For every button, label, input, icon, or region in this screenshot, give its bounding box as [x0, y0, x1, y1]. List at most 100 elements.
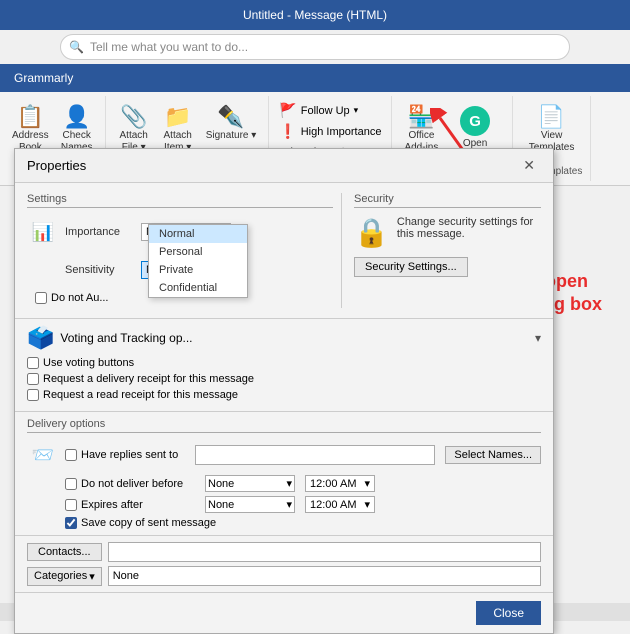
voting-section-label: Voting and Tracking op...	[60, 331, 192, 345]
save-copy-checkbox[interactable]	[65, 517, 77, 529]
security-description: Change security settings for this messag…	[397, 216, 541, 240]
sensitivity-label: Sensitivity	[65, 264, 135, 276]
do-not-deliver-time[interactable]: 12:00 AM ▾	[305, 475, 375, 492]
dialog-close-button[interactable]: ✕	[517, 155, 541, 176]
settings-section-title: Settings	[27, 193, 333, 208]
categories-input[interactable]	[108, 566, 541, 586]
title-bar-text: Untitled - Message (HTML)	[0, 8, 630, 22]
voting-header: 🗳️ Voting and Tracking op... ▾	[27, 325, 541, 351]
high-importance-icon: ❗	[279, 123, 296, 140]
security-section-title: Security	[354, 193, 541, 208]
address-book-icon: 📋	[17, 106, 44, 128]
bottom-section: Contacts... Categories ▾	[15, 535, 553, 592]
expires-after-time-chevron: ▾	[364, 498, 370, 511]
ribbon-tabs: Grammarly	[0, 64, 630, 92]
have-replies-row: Have replies sent to Select Names...	[65, 445, 541, 465]
read-receipt-checkbox[interactable]	[27, 389, 39, 401]
categories-label: Categories	[34, 570, 87, 582]
do-not-deliver-none: None	[208, 478, 234, 490]
dropdown-item-personal[interactable]: Personal	[149, 243, 247, 261]
follow-up-label: Follow Up	[301, 105, 350, 117]
do-not-deliver-label: Do not deliver before	[81, 478, 183, 490]
importance-icon: 📊	[27, 216, 59, 248]
dropdown-item-confidential[interactable]: Confidential	[149, 279, 247, 297]
attach-file-icon: 📎	[120, 106, 147, 128]
delivery-receipt-checkbox[interactable]	[27, 373, 39, 385]
expires-after-none: None	[208, 499, 234, 511]
ribbon-search-bar[interactable]: 🔍 Tell me what you want to do...	[60, 34, 570, 60]
expires-after-checkbox-row: Expires after	[65, 499, 195, 511]
dialog-body: Settings 📊 Importance Normal ▾ Sensitivi…	[15, 183, 553, 318]
contacts-input[interactable]	[108, 542, 541, 562]
lock-icon: 🔒	[354, 216, 389, 249]
delivery-section-title: Delivery options	[27, 418, 541, 433]
search-icon: 🔍	[69, 40, 84, 54]
expires-after-checkbox[interactable]	[65, 499, 77, 511]
delivery-receipt-row: Request a delivery receipt for this mess…	[27, 373, 541, 385]
high-importance-label: High Importance	[301, 126, 382, 138]
contacts-button[interactable]: Contacts...	[27, 543, 102, 561]
select-names-button[interactable]: Select Names...	[445, 446, 541, 464]
use-voting-buttons-row: Use voting buttons	[27, 357, 541, 369]
use-voting-buttons-label: Use voting buttons	[43, 357, 134, 369]
do-not-deliver-date-select[interactable]: None ▾	[205, 475, 295, 492]
do-not-deliver-time-chevron: ▾	[364, 477, 370, 490]
read-receipt-label: Request a read receipt for this message	[43, 389, 238, 401]
categories-button[interactable]: Categories ▾	[27, 567, 102, 586]
follow-up-chevron: ▾	[354, 105, 359, 116]
signature-button[interactable]: ✒️ Signature ▾	[202, 104, 261, 144]
do-not-deliver-row: Do not deliver before None ▾ 12:00 AM ▾	[65, 475, 541, 492]
dialog-footer: Close	[15, 592, 553, 633]
voting-icon: 🗳️	[27, 325, 54, 351]
dialog-title-text: Properties	[27, 158, 86, 173]
security-section: Security 🔒 Change security settings for …	[341, 193, 541, 308]
do-not-autoarchive-checkbox[interactable]	[35, 292, 47, 304]
dropdown-item-private[interactable]: Private	[149, 261, 247, 279]
importance-label: Importance	[65, 226, 135, 238]
signature-icon: ✒️	[217, 106, 244, 128]
signature-label: Signature ▾	[206, 130, 257, 142]
check-names-icon: 👤	[63, 106, 90, 128]
categories-chevron: ▾	[89, 570, 95, 583]
security-settings-button[interactable]: Security Settings...	[354, 257, 468, 277]
do-not-autoarchive-label: Do not Au...	[51, 292, 108, 304]
dropdown-item-normal[interactable]: Normal	[149, 225, 247, 243]
do-not-deliver-time-value: 12:00 AM	[310, 478, 356, 490]
do-not-deliver-checkbox-row: Do not deliver before	[65, 478, 195, 490]
have-replies-input[interactable]	[195, 445, 435, 465]
expires-after-date-select[interactable]: None ▾	[205, 496, 295, 513]
close-button[interactable]: Close	[476, 601, 541, 625]
follow-up-icon: 🚩	[279, 102, 296, 119]
properties-dialog: Properties ✕ Settings 📊 Importance Norma…	[14, 148, 554, 634]
dialog-title-bar: Properties ✕	[15, 149, 553, 183]
follow-up-button[interactable]: 🚩 Follow Up ▾	[277, 101, 383, 120]
voting-chevron: ▾	[535, 331, 541, 345]
categories-row: Categories ▾	[27, 566, 541, 586]
search-placeholder: Tell me what you want to do...	[90, 40, 248, 54]
sensitivity-dropdown: Normal Personal Private Confidential	[148, 224, 248, 298]
expires-after-label: Expires after	[81, 499, 143, 511]
use-voting-buttons-checkbox[interactable]	[27, 357, 39, 369]
high-importance-button[interactable]: ❗ High Importance	[277, 122, 383, 141]
have-replies-checkbox[interactable]	[65, 449, 77, 461]
save-copy-label: Save copy of sent message	[81, 517, 216, 529]
expires-after-chevron: ▾	[286, 498, 292, 511]
sensitivity-spacer	[27, 254, 59, 286]
do-not-deliver-chevron: ▾	[286, 477, 292, 490]
save-copy-row: Save copy of sent message	[65, 517, 541, 529]
do-not-deliver-checkbox[interactable]	[65, 478, 77, 490]
attach-item-icon: 📁	[164, 106, 191, 128]
tab-grammarly[interactable]: Grammarly	[0, 64, 87, 92]
expires-after-row: Expires after None ▾ 12:00 AM ▾	[65, 496, 541, 513]
contacts-row: Contacts...	[27, 542, 541, 562]
read-receipt-row: Request a read receipt for this message	[27, 389, 541, 401]
expires-after-time[interactable]: 12:00 AM ▾	[305, 496, 375, 513]
title-bar: Untitled - Message (HTML)	[0, 0, 630, 30]
have-replies-label: Have replies sent to	[81, 449, 178, 461]
delivery-icon: 📨	[27, 439, 59, 471]
have-replies-checkbox-row: Have replies sent to	[65, 449, 185, 461]
delivery-section: Delivery options 📨 Have replies sent to …	[15, 411, 553, 535]
voting-section: 🗳️ Voting and Tracking op... ▾ Use votin…	[15, 318, 553, 411]
view-templates-icon: 📄	[538, 106, 565, 128]
expires-after-time-value: 12:00 AM	[310, 499, 356, 511]
